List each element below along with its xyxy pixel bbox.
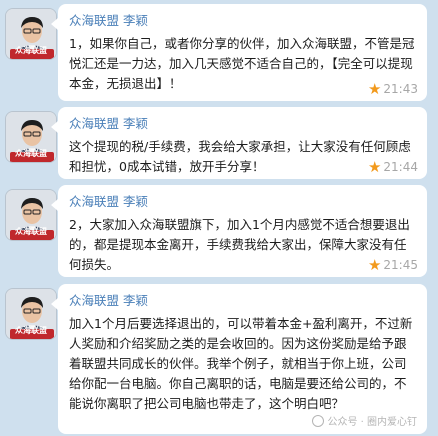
chat-message: 众海联盟 众海联盟 李颖 这个提现的税/手续费，我会给大家承担，让大家没有任何顾…	[0, 107, 438, 179]
avatar[interactable]: 众海联盟	[5, 8, 57, 60]
star-icon[interactable]: ★	[368, 82, 381, 97]
message-time: 21:44	[383, 160, 418, 174]
message-time: 21:43	[383, 82, 418, 96]
sender-name[interactable]: 众海联盟 李颖	[69, 116, 417, 132]
message-text: 1，如果你自己，或者你分享的伙伴，加入众海联盟，不管是冠悦汇还是一力达，加入几天…	[69, 36, 415, 91]
message-bubble[interactable]: 众海联盟 李颖 加入1个月后要选择退出的，可以带着本金+盈利离开，不过新人奖励和…	[51, 284, 427, 434]
star-icon[interactable]: ★	[368, 258, 381, 273]
avatar-label: 众海联盟	[15, 227, 47, 236]
message-meta: ★ 21:44	[368, 160, 418, 175]
star-icon[interactable]: ★	[368, 160, 381, 175]
message-bubble[interactable]: 众海联盟 李颖 这个提现的税/手续费，我会给大家承担，让大家没有任何顾虑和担忧，…	[51, 107, 427, 179]
avatar-label: 众海联盟	[15, 149, 47, 158]
avatar[interactable]: 众海联盟	[5, 288, 57, 340]
chat-message: 众海联盟 众海联盟 李颖 加入1个月后要选择退出的，可以带着本金+盈利离开，不过…	[0, 284, 438, 436]
watermark: 公众号 · 圈内爱心钉	[312, 413, 417, 428]
sender-name[interactable]: 众海联盟 李颖	[69, 194, 417, 210]
avatar[interactable]: 众海联盟	[5, 189, 57, 241]
message-meta: ★ 21:45	[368, 258, 418, 273]
avatar-label: 众海联盟	[15, 46, 47, 55]
watermark-text: 公众号 · 圈内爱心钉	[327, 417, 417, 428]
sender-name[interactable]: 众海联盟 李颖	[69, 293, 417, 309]
wechat-official-account-icon	[312, 414, 325, 427]
message-text: 加入1个月后要选择退出的，可以带着本金+盈利离开，不过新人奖励和介绍奖励之类的是…	[69, 316, 413, 411]
chat-message: 众海联盟 众海联盟 李颖 2，大家加入众海联盟旗下，加入1个月内感觉不适合想要退…	[0, 185, 438, 277]
message-text: 这个提现的税/手续费，我会给大家承担，让大家没有任何顾虑和担忧，0成本试错，放开…	[69, 139, 411, 174]
avatar[interactable]: 众海联盟	[5, 111, 57, 163]
message-meta: ★ 21:43	[368, 82, 418, 97]
sender-name[interactable]: 众海联盟 李颖	[69, 13, 417, 29]
message-bubble[interactable]: 众海联盟 李颖 2，大家加入众海联盟旗下，加入1个月内感觉不适合想要退出的，都是…	[51, 185, 427, 277]
message-text: 2，大家加入众海联盟旗下，加入1个月内感觉不适合想要退出的，都是提现本金离开，手…	[69, 217, 410, 272]
message-bubble[interactable]: 众海联盟 李颖 1，如果你自己，或者你分享的伙伴，加入众海联盟，不管是冠悦汇还是…	[51, 4, 427, 101]
chat-message: 众海联盟 众海联盟 李颖 1，如果你自己，或者你分享的伙伴，加入众海联盟，不管是…	[0, 4, 438, 101]
message-time: 21:45	[383, 258, 418, 272]
avatar-label: 众海联盟	[15, 326, 47, 335]
